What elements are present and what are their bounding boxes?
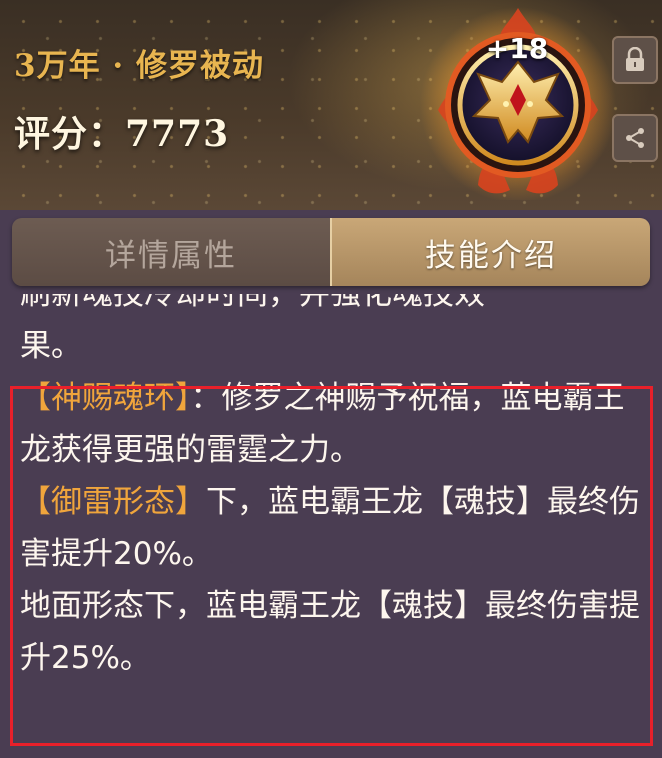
desc-partial-line-end: 果。 [20,328,82,364]
share-button[interactable] [612,114,658,162]
soul-ring-emblem-icon [418,0,618,200]
lock-icon [626,47,644,71]
skill-description: 刷新魂技冷却时间，并强化魂技效 果。 【神赐魂环】：修罗之神赐予祝福，蓝电霸王龙… [20,294,650,758]
desc-paragraph-ground-form: 地面形态下，蓝电霸王龙【魂技】最终伤害提升25%。 [20,588,640,676]
tab-skill-intro[interactable]: 技能介绍 [330,218,650,286]
share-icon [626,128,644,148]
item-subtitle: 3万年 · 修罗被动 [14,48,264,84]
item-score: 评分：7773 [14,113,230,155]
tab-details[interactable]: 详情属性 [12,218,330,286]
desc-paragraph-thunder-form: 【御雷形态】下，蓝电霸王龙【魂技】最终伤害提升20%。 [20,476,650,580]
tag-divine-ring: 【神赐魂环】 [20,380,191,416]
level-badge: +18 [485,32,549,65]
tag-thunder-form: 【御雷形态】 [20,484,206,520]
desc-paragraph-divine-ring: 【神赐魂环】：修罗之神赐予祝福，蓝电霸王龙获得更强的雷霆之力。 [20,372,650,476]
lock-button[interactable] [612,36,658,84]
tab-bar: 详情属性 技能介绍 [12,218,650,286]
desc-partial-line: 刷新魂技冷却时间，并强化魂技效 [20,294,485,312]
